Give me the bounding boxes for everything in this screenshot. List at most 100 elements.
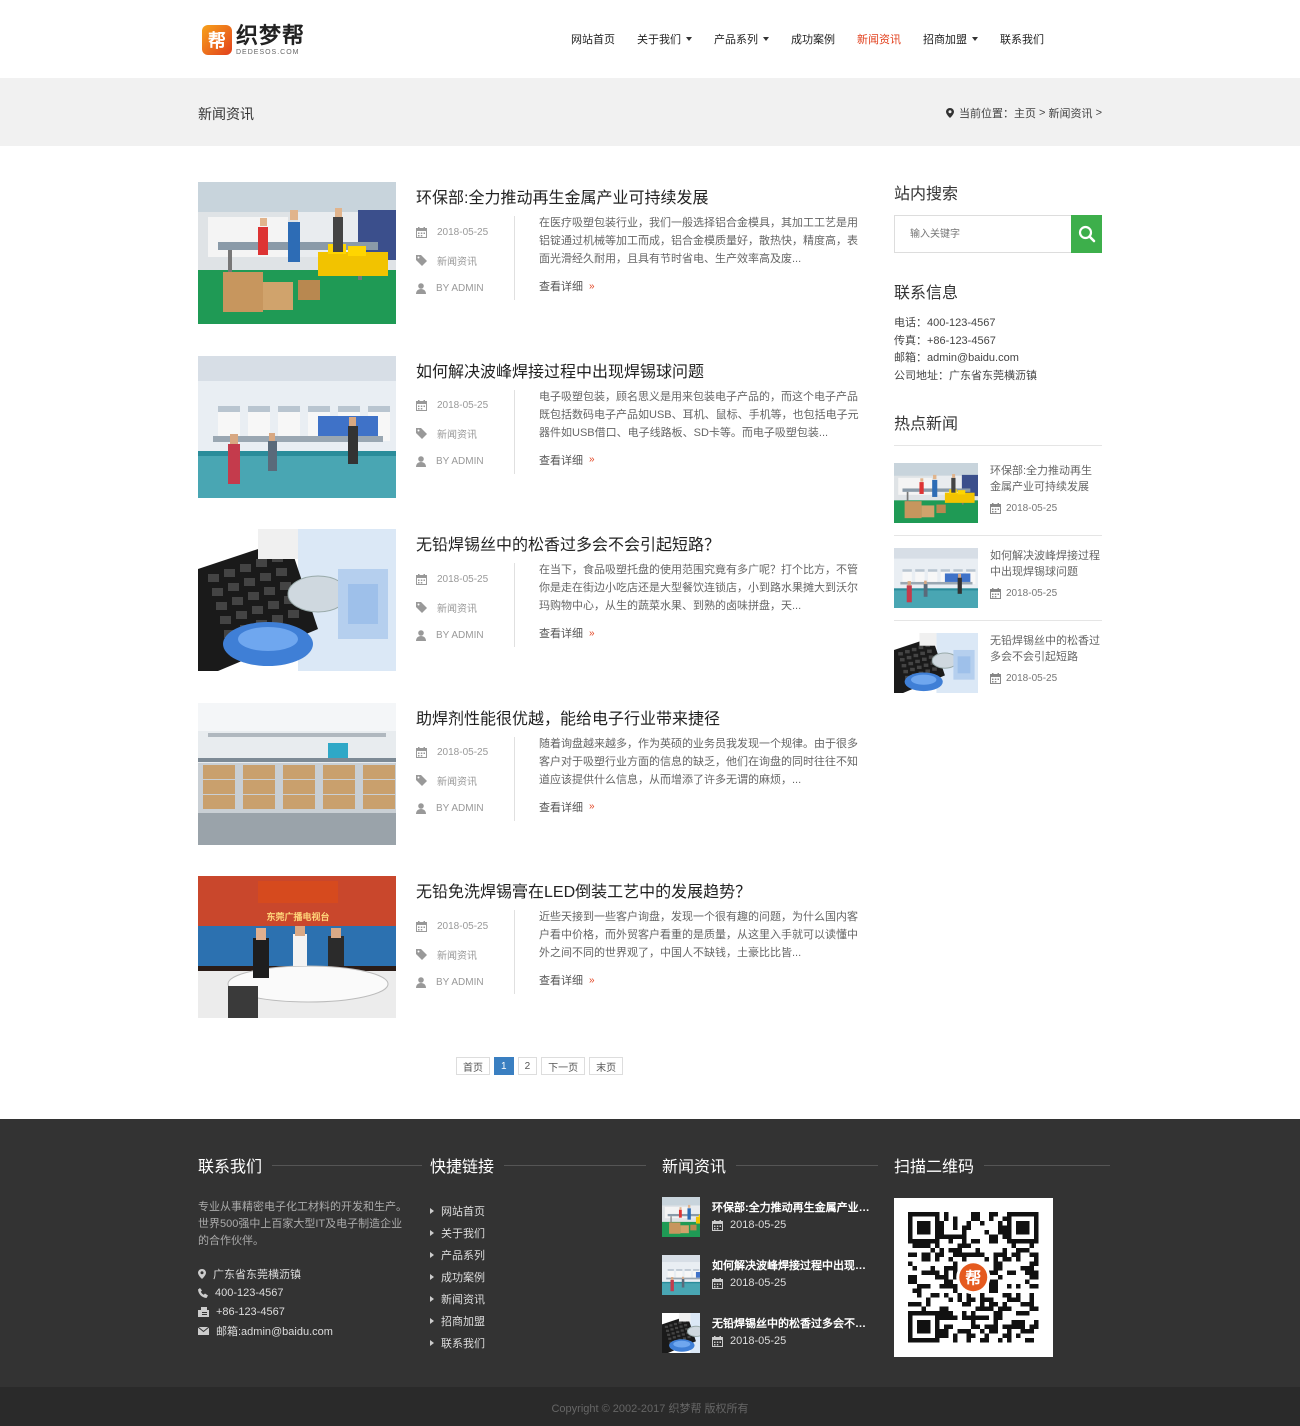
site-footer: 联系我们 专业从事精密电子化工材料的开发和生产。世界500强中上百家大型IT及电… bbox=[0, 1119, 1300, 1387]
caret-right-icon bbox=[430, 1208, 434, 1214]
read-more-link[interactable]: 查看详细 » bbox=[539, 972, 595, 988]
article-category-link[interactable]: 新闻资讯 bbox=[437, 426, 477, 441]
footer-link[interactable]: 网站首页 bbox=[430, 1200, 485, 1222]
calendar-icon bbox=[712, 1277, 723, 1289]
article-thumbnail[interactable]: 东莞广播电视台 bbox=[198, 876, 396, 1018]
footer-phone: 400-123-4567 bbox=[198, 1283, 333, 1302]
caret-right-icon bbox=[430, 1318, 434, 1324]
article-author-text: BY ADMIN bbox=[436, 629, 484, 641]
read-more-link[interactable]: 查看详细 » bbox=[539, 625, 595, 641]
article-thumbnail[interactable] bbox=[198, 529, 396, 671]
nav-item[interactable]: 新闻资讯 bbox=[857, 31, 901, 47]
nav-item[interactable]: 联系我们 bbox=[1000, 31, 1044, 47]
nav-item[interactable]: 关于我们 bbox=[637, 31, 692, 47]
article-category-link[interactable]: 新闻资讯 bbox=[437, 600, 477, 615]
read-more-link[interactable]: 查看详细 » bbox=[539, 278, 595, 294]
hot-news-title[interactable]: 环保部:全力推动再生金属产业可持续发展 bbox=[990, 463, 1102, 495]
read-more-label: 查看详细 bbox=[539, 975, 583, 987]
footer-news-title[interactable]: 环保部:全力推动再生金属产业可持续发展 bbox=[712, 1199, 870, 1215]
hot-news-thumbnail[interactable] bbox=[894, 548, 978, 608]
footer-heading-line bbox=[504, 1164, 647, 1166]
footer-news-item[interactable]: 环保部:全力推动再生金属产业可持续发展 2018-05-25 bbox=[662, 1197, 872, 1241]
footer-qr-title: 扫描二维码 bbox=[894, 1159, 975, 1176]
tag-icon bbox=[416, 254, 427, 266]
article-category: 新闻资讯 bbox=[416, 767, 516, 795]
site-logo[interactable]: 帮 织梦帮 DEDESOS.COM bbox=[202, 22, 312, 58]
footer-news-item[interactable]: 如何解决波峰焊接过程中出现焊锡球问题 2018-05-25 bbox=[662, 1255, 872, 1299]
hot-news-thumbnail[interactable] bbox=[894, 633, 978, 693]
footer-phone-text: 400-123-4567 bbox=[215, 1286, 284, 1299]
nav-item[interactable]: 成功案例 bbox=[791, 31, 835, 47]
article-category-link[interactable]: 新闻资讯 bbox=[437, 253, 477, 268]
article-author: BY ADMIN bbox=[416, 274, 516, 302]
footer-link[interactable]: 新闻资讯 bbox=[430, 1288, 485, 1310]
footer-links-title: 快捷链接 bbox=[430, 1159, 495, 1176]
footer-link[interactable]: 产品系列 bbox=[430, 1244, 485, 1266]
user-icon bbox=[416, 803, 426, 814]
caret-right-icon bbox=[430, 1340, 434, 1346]
read-more-link[interactable]: 查看详细 » bbox=[539, 452, 595, 468]
footer-link[interactable]: 关于我们 bbox=[430, 1222, 485, 1244]
hot-news-divider bbox=[894, 535, 1102, 536]
footer-email-text: 邮箱:admin@baidu.com bbox=[216, 1325, 333, 1338]
meta-divider bbox=[514, 389, 515, 474]
hot-news-title[interactable]: 如何解决波峰焊接过程中出现焊锡球问题 bbox=[990, 548, 1102, 580]
warehouse-photo bbox=[198, 702, 396, 845]
footer-contact-title: 联系我们 bbox=[198, 1159, 263, 1176]
footer-link[interactable]: 联系我们 bbox=[430, 1332, 485, 1354]
footer-news-heading: 新闻资讯 bbox=[662, 1153, 879, 1177]
pager-next-button[interactable]: 下一页 bbox=[541, 1057, 586, 1075]
article-title-link[interactable]: 无铅免洗焊锡膏在LED倒装工艺中的发展趋势？ bbox=[416, 878, 751, 902]
hot-news-thumbnail[interactable] bbox=[894, 463, 978, 523]
meta-divider bbox=[514, 216, 515, 300]
footer-news-thumbnail[interactable] bbox=[662, 1197, 700, 1237]
article-author: BY ADMIN bbox=[416, 448, 516, 476]
article-thumbnail[interactable] bbox=[198, 702, 396, 845]
footer-email: 邮箱:admin@baidu.com bbox=[198, 1321, 333, 1340]
footer-qr-heading: 扫描二维码 bbox=[894, 1153, 1111, 1177]
footer-news-title[interactable]: 无铅焊锡丝中的松香过多会不会引起短路？ bbox=[712, 1315, 870, 1331]
article-category: 新闻资讯 bbox=[416, 593, 516, 621]
nav-item[interactable]: 产品系列 bbox=[714, 31, 769, 47]
footer-news-title[interactable]: 如何解决波峰焊接过程中出现焊锡球问题 bbox=[712, 1257, 870, 1273]
nav-item-label: 联系我们 bbox=[1000, 34, 1044, 46]
footer-news-thumbnail[interactable] bbox=[662, 1255, 700, 1295]
article-title-link[interactable]: 助焊剂性能很优越，能给电子行业带来捷径 bbox=[416, 705, 720, 729]
logo-badge-icon: 帮 bbox=[202, 25, 232, 55]
user-icon bbox=[416, 282, 426, 294]
page-banner: 新闻资讯 当前位置： 主页 > 新闻资讯 > bbox=[0, 78, 1300, 146]
article-title-link[interactable]: 无铅焊锡丝中的松香过多会不会引起短路？ bbox=[416, 531, 720, 555]
breadcrumb-home-link[interactable]: 主页 bbox=[1014, 105, 1036, 121]
footer-link[interactable]: 成功案例 bbox=[430, 1266, 485, 1288]
article-meta: 2018-05-25 新闻资讯 BY ADMIN bbox=[416, 912, 516, 996]
footer-link[interactable]: 招商加盟 bbox=[430, 1310, 485, 1332]
pager-first-button[interactable]: 首页 bbox=[456, 1057, 490, 1075]
hot-news-title[interactable]: 无铅焊锡丝中的松香过多会不会引起短路 bbox=[990, 633, 1102, 665]
article-title-link[interactable]: 环保部:全力推动再生金属产业可持续发展 bbox=[416, 184, 708, 208]
footer-news-thumbnail[interactable] bbox=[662, 1313, 700, 1353]
search-input[interactable] bbox=[895, 216, 1071, 252]
article-thumbnail[interactable] bbox=[198, 355, 396, 498]
search-button[interactable] bbox=[1071, 215, 1102, 253]
article-date: 2018-05-25 bbox=[416, 218, 516, 246]
article-title-link[interactable]: 如何解决波峰焊接过程中出现焊锡球问题 bbox=[416, 358, 704, 382]
breadcrumb-current-link[interactable]: 新闻资讯 bbox=[1049, 105, 1093, 121]
nav-item-label: 网站首页 bbox=[571, 34, 615, 46]
pager-page-button[interactable]: 2 bbox=[517, 1057, 538, 1075]
pager-page-button[interactable]: 1 bbox=[494, 1057, 514, 1075]
hot-news-item[interactable]: 无铅焊锡丝中的松香过多会不会引起短路 2018-05-25 bbox=[894, 633, 1102, 707]
footer-news-item[interactable]: 无铅焊锡丝中的松香过多会不会引起短路？ 2018-05-25 bbox=[662, 1313, 872, 1357]
footer-heading-line bbox=[984, 1164, 1111, 1166]
article-category-link[interactable]: 新闻资讯 bbox=[437, 947, 477, 962]
nav-item-label: 成功案例 bbox=[791, 34, 835, 46]
nav-item[interactable]: 招商加盟 bbox=[923, 31, 978, 47]
calendar-icon bbox=[416, 226, 427, 238]
hot-news-item[interactable]: 如何解决波峰焊接过程中出现焊锡球问题 2018-05-25 bbox=[894, 548, 1102, 622]
nav-item[interactable]: 网站首页 bbox=[571, 31, 615, 47]
hot-news-item[interactable]: 环保部:全力推动再生金属产业可持续发展 2018-05-25 bbox=[894, 463, 1102, 537]
read-more-link[interactable]: 查看详细 » bbox=[539, 799, 595, 815]
pager-last-button[interactable]: 末页 bbox=[589, 1057, 624, 1075]
footer-address-text: 广东省东莞横沥镇 bbox=[213, 1268, 301, 1281]
article-thumbnail[interactable] bbox=[198, 182, 396, 324]
article-category-link[interactable]: 新闻资讯 bbox=[437, 773, 477, 788]
